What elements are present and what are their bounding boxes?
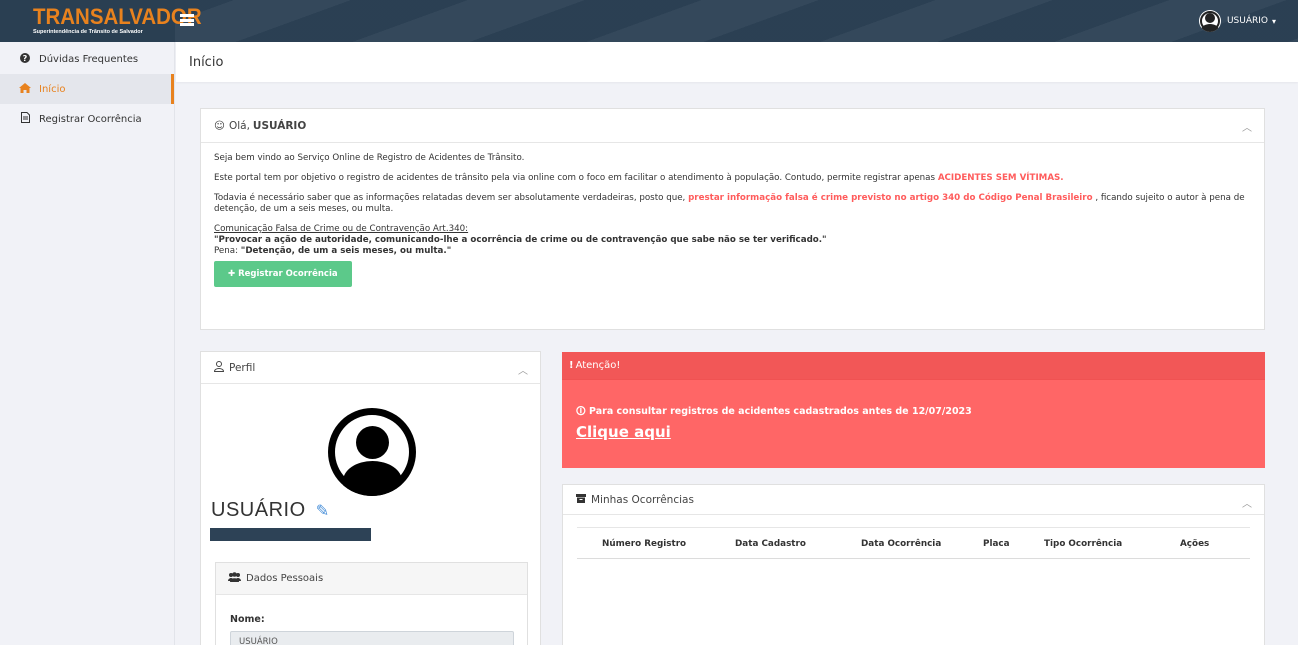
occurrences-panel-header: Minhas Ocorrências ︿	[563, 485, 1264, 515]
column-header[interactable]: Placa	[983, 539, 1010, 549]
brand-subtitle: Superintendência de Trânsito de Salvador	[33, 29, 143, 35]
sidebar-item-registrar[interactable]: Registrar Ocorrência	[0, 104, 174, 134]
page-title: Início	[189, 55, 224, 70]
plus-icon: ✚	[228, 269, 236, 279]
alert-message: 🛈 Para consultar registros de acidentes …	[576, 404, 972, 420]
sidebar-item-label: Dúvidas Frequentes	[39, 53, 139, 65]
alert-date: 12/07/2023	[911, 406, 972, 417]
welcome-panel-header: ☺ Olá, USUÁRIO ︿	[201, 109, 1264, 143]
penalty-line: Pena: "Detenção, de um a seis meses, ou …	[214, 246, 1251, 257]
alert-header: ! Atenção!	[562, 352, 1265, 380]
penalty-text: "Detenção, de um a seis meses, ou multa.…	[240, 246, 452, 256]
column-header[interactable]: Ações	[1180, 539, 1209, 549]
profile-avatar	[328, 408, 416, 496]
svg-text:?: ?	[23, 54, 28, 63]
brand-logo[interactable]: TRANSALVADOR Superintendência de Trânsit…	[0, 0, 202, 42]
top-navbar: TRANSALVADOR Superintendência de Trânsit…	[0, 0, 1298, 42]
archive-icon	[576, 493, 586, 506]
alert-title: Atenção!	[575, 360, 621, 371]
caret-down-icon: ▾	[1271, 16, 1276, 26]
warning-text: Todavia é necessário saber que as inform…	[214, 193, 686, 203]
sidebar-item-label: Início	[39, 83, 66, 95]
personal-data-header: Dados Pessoais	[216, 563, 527, 595]
document-icon	[19, 112, 31, 126]
occurrences-title: Minhas Ocorrências	[591, 493, 694, 506]
warning-highlight: prestar informação falsa é crime previst…	[688, 193, 1093, 203]
menu-toggle-icon[interactable]	[180, 14, 194, 28]
edit-pencil-icon[interactable]: ✎	[316, 503, 330, 520]
penalty-label: Pena:	[214, 246, 239, 256]
welcome-body: Seja bem vindo ao Serviço Online de Regi…	[201, 143, 1264, 297]
law-title: Comunicação Falsa de Crime ou de Contrav…	[214, 224, 469, 234]
purpose-paragraph: Este portal tem por objetivo o registro …	[214, 173, 1251, 184]
column-header[interactable]: Data Ocorrência	[861, 539, 941, 549]
exclamation-icon: !	[569, 360, 574, 371]
user-menu[interactable]: USUÁRIO ▾	[1198, 10, 1276, 32]
greeting-name: USUÁRIO	[252, 119, 307, 132]
user-avatar-icon	[1198, 10, 1221, 32]
column-header[interactable]: Tipo Ocorrência	[1044, 539, 1122, 549]
home-icon	[19, 82, 31, 96]
column-header[interactable]: Número Registro	[602, 539, 686, 549]
greeting-text: Olá,	[228, 119, 250, 132]
column-header[interactable]: Data Cadastro	[735, 539, 806, 549]
question-circle-icon: ?	[19, 52, 31, 66]
click-here-link[interactable]: Clique aqui	[576, 423, 671, 441]
profile-panel: Perfil ︿ USUÁRIO ✎ Dados Pessoais Nome: …	[200, 351, 541, 645]
user-icon	[213, 360, 225, 375]
attention-alert: ! Atenção! 🛈 Para consultar registros de…	[562, 352, 1265, 468]
collapse-chevron-icon[interactable]: ︿	[518, 362, 528, 377]
smile-icon: ☺	[214, 119, 225, 132]
occurrences-panel: Minhas Ocorrências ︿ Número Registro Dat…	[562, 484, 1265, 645]
page-header: Início	[176, 42, 1298, 82]
law-quote: "Provocar a ação de autoridade, comunica…	[214, 235, 827, 245]
collapse-chevron-icon[interactable]: ︿	[1242, 495, 1252, 510]
collapse-chevron-icon[interactable]: ︿	[1242, 119, 1252, 134]
brand-name: TRANSALVADOR	[33, 4, 202, 29]
info-circle-icon: 🛈	[576, 406, 586, 417]
profile-panel-header: Perfil ︿	[201, 352, 540, 384]
welcome-panel: ☺ Olá, USUÁRIO ︿ Seja bem vindo ao Servi…	[200, 108, 1265, 330]
warning-paragraph: Todavia é necessário saber que as inform…	[214, 193, 1251, 215]
intro-text: Seja bem vindo ao Serviço Online de Regi…	[214, 153, 525, 163]
profile-title: Perfil	[229, 361, 256, 374]
profile-user-name: USUÁRIO ✎	[211, 499, 330, 522]
purpose-highlight: ACIDENTES SEM VÍTIMAS.	[937, 173, 1064, 183]
sidebar-item-faq[interactable]: ? Dúvidas Frequentes	[0, 44, 174, 74]
name-label: Nome:	[230, 614, 265, 625]
users-icon	[228, 572, 241, 585]
alert-message-text: Para consultar registros de acidentes ca…	[589, 406, 909, 417]
sidebar: ? Dúvidas Frequentes Início Registrar Oc…	[0, 42, 175, 645]
user-menu-name: USUÁRIO	[1226, 16, 1268, 26]
purpose-text: Este portal tem por objetivo o registro …	[214, 173, 936, 183]
sidebar-item-label: Registrar Ocorrência	[39, 113, 142, 125]
register-button-label: Registrar Ocorrência	[238, 269, 338, 279]
personal-data-title: Dados Pessoais	[246, 573, 324, 584]
occurrences-table-header: Número Registro Data Cadastro Data Ocorr…	[577, 527, 1250, 559]
personal-data-card: Dados Pessoais Nome: USUÁRIO	[215, 562, 528, 645]
profile-name-text: USUÁRIO	[211, 499, 306, 521]
profile-info-bar	[210, 528, 371, 541]
sidebar-item-home[interactable]: Início	[0, 74, 174, 104]
law-block: Comunicação Falsa de Crime ou de Contrav…	[214, 224, 1251, 257]
register-occurrence-button[interactable]: ✚ Registrar Ocorrência	[214, 261, 352, 287]
name-field[interactable]: USUÁRIO	[230, 631, 514, 645]
